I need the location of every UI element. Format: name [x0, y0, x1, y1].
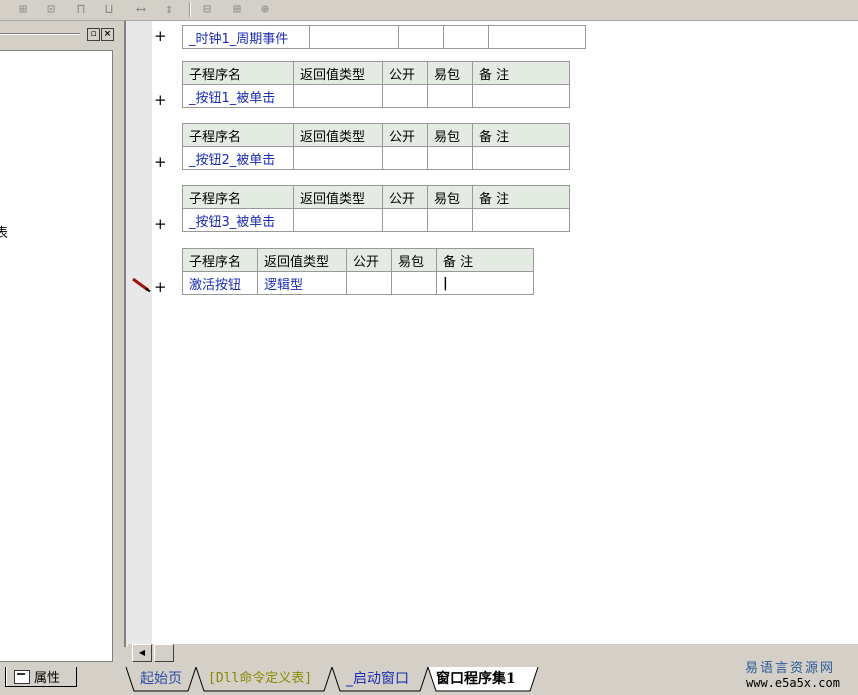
pencil-icon	[132, 278, 151, 292]
same-height-icon[interactable]: ↕	[160, 1, 178, 18]
public-cell[interactable]	[382, 84, 428, 108]
table-cell[interactable]	[309, 25, 399, 49]
expand-button[interactable]: +	[154, 279, 168, 295]
subroutine-table: 子程序名 返回值类型 公开 易包 备 注 _按钮3_被单击	[182, 185, 570, 232]
property-tab-label: 属性	[34, 671, 61, 686]
remark-cell[interactable]	[472, 146, 570, 170]
header-easy-package: 易包	[391, 248, 437, 272]
subroutine-table: 子程序名 返回值类型 公开 易包 备 注 激活按钮 逻辑型 |	[182, 248, 534, 295]
header-public: 公开	[382, 61, 428, 85]
subroutine-name[interactable]: _按钮3_被单击	[182, 208, 294, 232]
h-spacing-icon[interactable]: ⊟	[198, 1, 216, 18]
toolbar: ⊞ ⊡ ⊓ ⊔ ⟷ ↕ ⊟ ⊞ ⊕	[0, 0, 858, 21]
expand-button[interactable]: +	[154, 216, 168, 232]
header-return-type: 返回值类型	[293, 185, 383, 209]
table-cell[interactable]	[398, 25, 444, 49]
close-button[interactable]: ×	[101, 28, 114, 41]
scroll-thumb[interactable]	[154, 644, 174, 662]
public-cell[interactable]	[346, 271, 392, 295]
watermark-title: 易语言资源网	[745, 661, 836, 676]
public-cell[interactable]	[382, 146, 428, 170]
header-easy-package: 易包	[427, 123, 473, 147]
panel-titlebar: ▫ ×	[0, 27, 118, 41]
return-type-cell[interactable]	[293, 208, 383, 232]
watermark-url: www.e5a5x.com	[746, 676, 840, 690]
align-bottom-icon[interactable]: ⊔	[100, 1, 118, 18]
pin-button[interactable]: ▫	[87, 28, 100, 41]
table-cell[interactable]	[488, 25, 586, 49]
header-return-type: 返回值类型	[293, 61, 383, 85]
tab-startup-window[interactable]: _启动窗口	[346, 667, 409, 691]
public-cell[interactable]	[382, 208, 428, 232]
center-icon[interactable]: ⊕	[256, 1, 274, 18]
header-name: 子程序名	[182, 248, 258, 272]
header-easy-package: 易包	[427, 185, 473, 209]
header-public: 公开	[382, 123, 428, 147]
return-type-cell[interactable]	[293, 146, 383, 170]
easy-package-cell[interactable]	[427, 84, 473, 108]
expand-button[interactable]: +	[154, 92, 168, 108]
tab-dll-commands[interactable]: [Dll命令定义表]	[208, 667, 312, 691]
event-name[interactable]: _时钟1_周期事件	[182, 25, 310, 49]
tab-start-page[interactable]: 起始页	[140, 667, 182, 691]
subroutine-table: 子程序名 返回值类型 公开 易包 备 注 _按钮1_被单击	[182, 61, 570, 108]
header-public: 公开	[346, 248, 392, 272]
table-cell[interactable]	[443, 25, 489, 49]
header-public: 公开	[382, 185, 428, 209]
text-cursor: |	[443, 275, 448, 291]
remark-cell[interactable]	[472, 84, 570, 108]
expand-button[interactable]: +	[154, 28, 168, 44]
return-type-cell[interactable]: 逻辑型	[257, 271, 347, 295]
header-name: 子程序名	[182, 123, 294, 147]
code-editor[interactable]: + _时钟1_周期事件 子程序名 返回值类型 公开 易包 备 注 _按钮1_被单…	[124, 21, 858, 647]
list-item-text: 表	[0, 226, 9, 241]
subroutine-name[interactable]: _按钮1_被单击	[182, 84, 294, 108]
easy-package-cell[interactable]	[391, 271, 437, 295]
align-top-icon[interactable]: ⊓	[72, 1, 90, 18]
header-return-type: 返回值类型	[257, 248, 347, 272]
subroutine-name[interactable]: 激活按钮	[182, 271, 258, 295]
header-remark: 备 注	[472, 61, 570, 85]
subroutine-table: 子程序名 返回值类型 公开 易包 备 注 _按钮2_被单击	[182, 123, 570, 170]
subroutine-name[interactable]: _按钮2_被单击	[182, 146, 294, 170]
same-width-icon[interactable]: ⟷	[132, 1, 150, 18]
left-panel: ▫ × 表	[0, 21, 120, 662]
align-center-icon[interactable]: ⊡	[42, 1, 60, 18]
remark-cell[interactable]: |	[436, 271, 534, 295]
document-tabs: 起始页 [Dll命令定义表] _启动窗口 窗口程序集1	[124, 667, 744, 695]
tab-window-program-set[interactable]: 窗口程序集1	[436, 667, 516, 691]
v-spacing-icon[interactable]: ⊞	[228, 1, 246, 18]
easy-package-cell[interactable]	[427, 146, 473, 170]
editor-gutter	[126, 21, 152, 647]
easy-package-cell[interactable]	[427, 208, 473, 232]
scroll-left-button[interactable]: ◀	[132, 644, 152, 662]
toolbar-separator	[189, 2, 191, 17]
header-name: 子程序名	[182, 185, 294, 209]
header-remark: 备 注	[436, 248, 534, 272]
header-name: 子程序名	[182, 61, 294, 85]
expand-button[interactable]: +	[154, 154, 168, 170]
header-remark: 备 注	[472, 123, 570, 147]
header-return-type: 返回值类型	[293, 123, 383, 147]
header-easy-package: 易包	[427, 61, 473, 85]
panel-list[interactable]: 表	[0, 50, 113, 662]
return-type-cell[interactable]	[293, 84, 383, 108]
property-icon	[14, 669, 30, 684]
property-tab[interactable]: 属性	[5, 667, 77, 687]
align-left-icon[interactable]: ⊞	[14, 1, 32, 18]
event-table: _时钟1_周期事件	[182, 25, 586, 49]
remark-cell[interactable]	[472, 208, 570, 232]
panel-grip[interactable]	[0, 33, 80, 35]
header-remark: 备 注	[472, 185, 570, 209]
